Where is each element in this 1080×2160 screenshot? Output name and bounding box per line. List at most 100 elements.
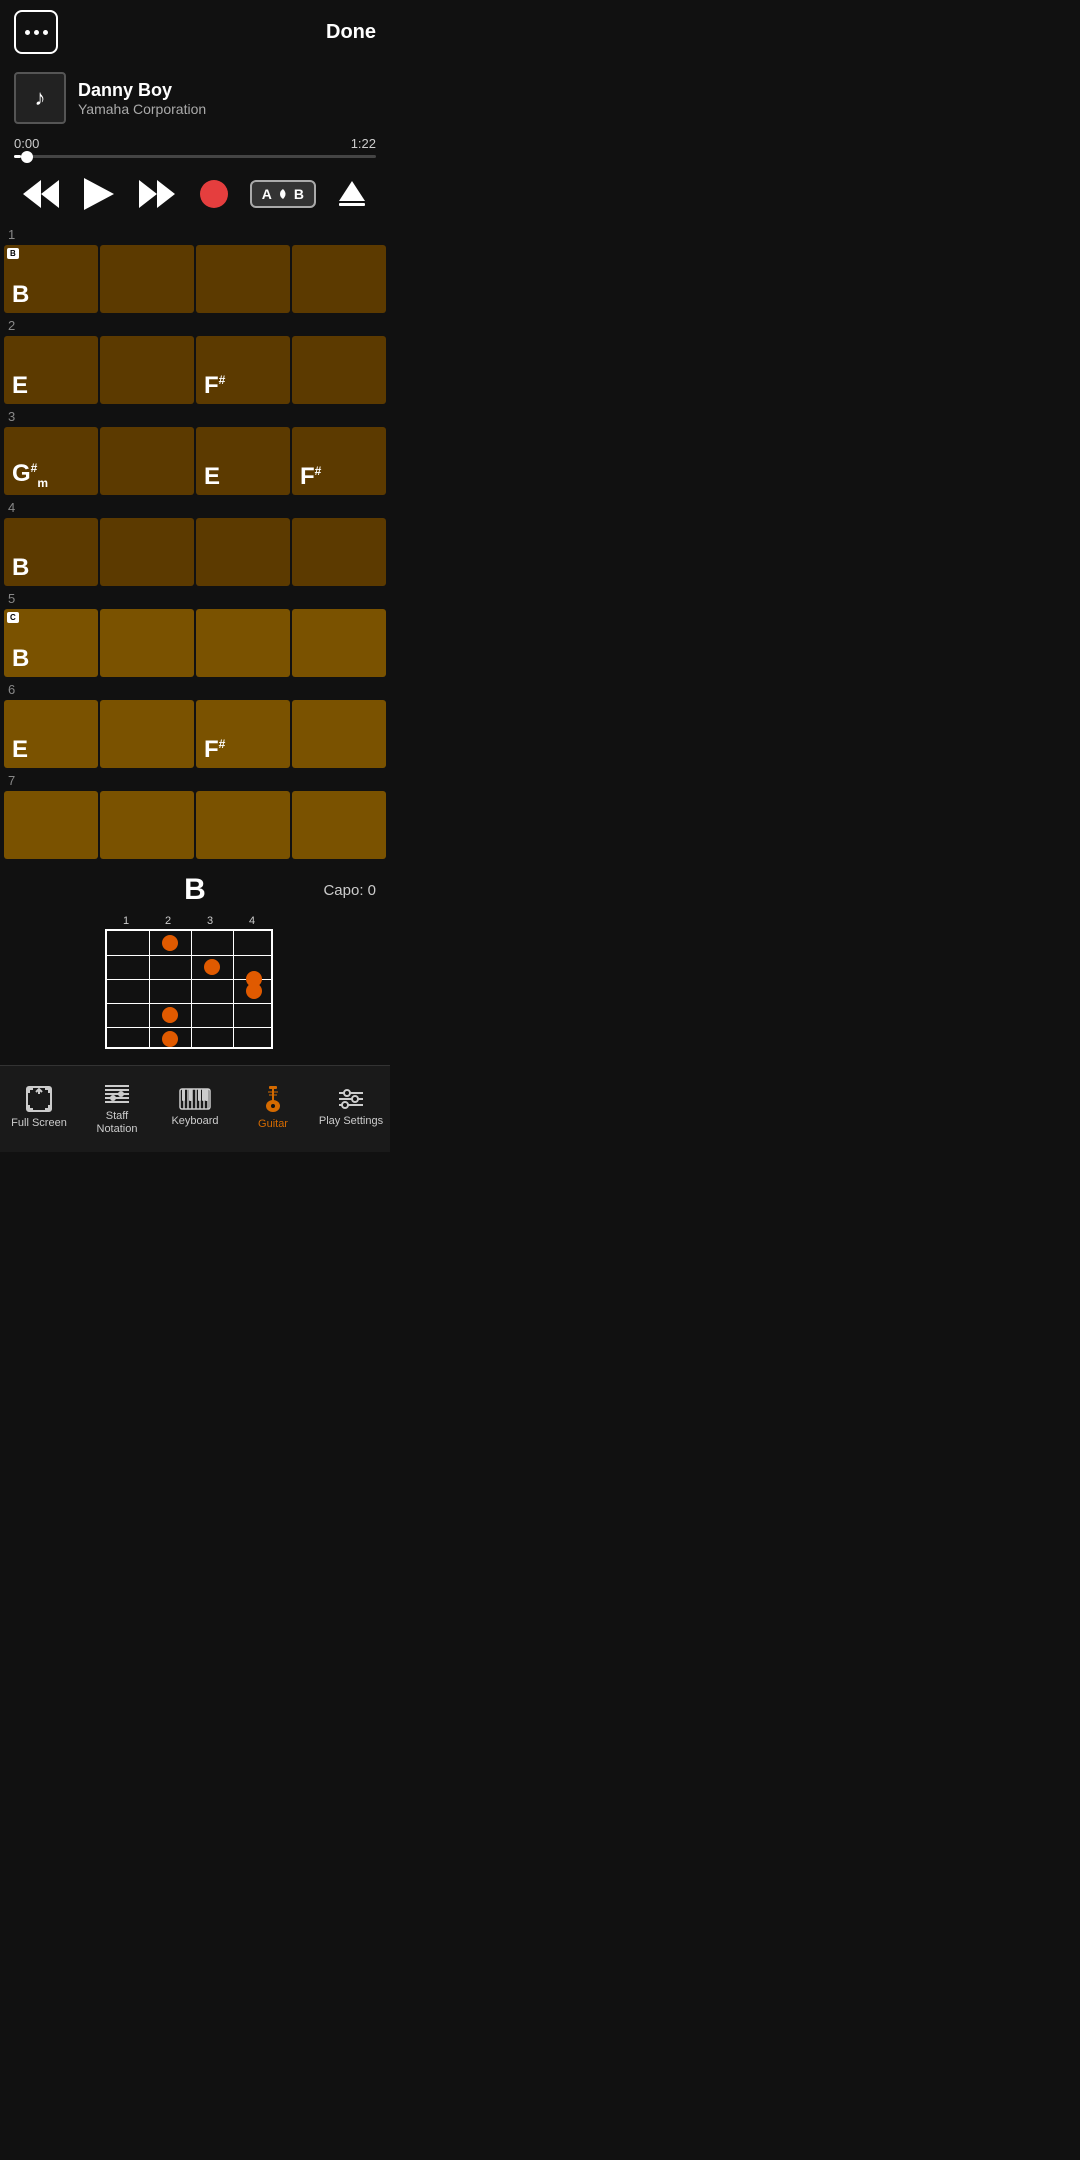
capo-badge: C	[7, 612, 19, 623]
chord-label: E	[12, 374, 28, 398]
done-button[interactable]: Done	[326, 21, 376, 44]
chord-cell-r6c2[interactable]	[100, 700, 194, 768]
row-number-1: 1	[0, 224, 390, 245]
chord-cell-r2c4[interactable]	[292, 336, 386, 404]
chord-row-group-6: 6 E F#	[0, 679, 390, 770]
chord-diagram-header: B Capo: 0	[14, 873, 376, 907]
nav-item-staff[interactable]: StaffNotation	[78, 1074, 156, 1140]
chord-sup: #	[219, 737, 226, 751]
chord-cell-r1c1[interactable]: BB	[4, 245, 98, 313]
guitar-icon	[260, 1084, 286, 1114]
time-total: 1:22	[351, 136, 376, 151]
chord-cell-r4c3[interactable]	[196, 518, 290, 586]
fret-grid	[105, 929, 273, 1049]
chord-cell-r3c1[interactable]: G#m	[4, 427, 98, 495]
chord-cell-r4c1[interactable]: B	[4, 518, 98, 586]
row-number-4: 4	[0, 497, 390, 518]
chord-row-2: E F#	[0, 336, 390, 406]
play-settings-icon	[337, 1087, 365, 1111]
capo-label: Capo: 0	[323, 882, 376, 899]
string-line-4	[107, 1027, 271, 1028]
nav-item-guitar[interactable]: Guitar	[234, 1074, 312, 1140]
chord-cell-r1c3[interactable]	[196, 245, 290, 313]
chord-cell-r2c2[interactable]	[100, 336, 194, 404]
nav-item-keyboard[interactable]: Keyboard	[156, 1074, 234, 1140]
chord-cell-r2c1[interactable]: E	[4, 336, 98, 404]
nav-label-staff: StaffNotation	[97, 1110, 138, 1136]
chord-cell-r7c4[interactable]	[292, 791, 386, 859]
menu-button[interactable]	[14, 10, 58, 54]
header: Done	[0, 0, 390, 64]
album-art: ♪	[14, 72, 66, 124]
priority-button[interactable]	[333, 175, 371, 213]
chord-cell-r3c3[interactable]: E	[196, 427, 290, 495]
fret-num-2: 2	[147, 915, 189, 927]
fret-line-2	[191, 931, 192, 1047]
chord-cell-r2c3[interactable]: F#	[196, 336, 290, 404]
chord-cell-r7c2[interactable]	[100, 791, 194, 859]
progress-track[interactable]	[14, 155, 376, 158]
now-playing: ♪ Danny Boy Yamaha Corporation	[0, 64, 390, 132]
chord-cell-r5c4[interactable]	[292, 609, 386, 677]
fret-line-1	[149, 931, 150, 1047]
row-number-6: 6	[0, 679, 390, 700]
nav-item-playsettings[interactable]: Play Settings	[312, 1074, 390, 1140]
chord-row-7	[0, 791, 390, 861]
chord-row-5: CB	[0, 609, 390, 679]
chord-cell-r5c2[interactable]	[100, 609, 194, 677]
nav-label-guitar: Guitar	[258, 1118, 288, 1131]
chord-label: E	[12, 738, 28, 762]
play-button[interactable]	[80, 174, 118, 214]
chord-diagram-section: B Capo: 0 1 2 3 4	[0, 861, 390, 1065]
chord-label: G#m	[12, 462, 48, 489]
chord-sup: #	[315, 464, 322, 478]
chord-row-group-3: 3 G#m E F#	[0, 406, 390, 497]
row-number-7: 7	[0, 770, 390, 791]
track-info: Danny Boy Yamaha Corporation	[78, 80, 206, 117]
ab-label: A	[262, 186, 272, 202]
fret-num-3: 3	[189, 915, 231, 927]
ab-button[interactable]: A B	[250, 180, 316, 208]
fast-forward-button[interactable]	[135, 176, 179, 212]
transport-controls: A B	[0, 166, 390, 224]
chord-row-3: G#m E F#	[0, 427, 390, 497]
chord-row-group-5: 5CB	[0, 588, 390, 679]
dot-fret2-str1	[162, 935, 178, 951]
chord-row-6: E F#	[0, 700, 390, 770]
chord-cell-r3c2[interactable]	[100, 427, 194, 495]
chord-row-group-1: 1BB	[0, 224, 390, 315]
nav-label-keyboard: Keyboard	[171, 1115, 218, 1128]
chord-cell-r7c1[interactable]	[4, 791, 98, 859]
chord-label: E	[204, 465, 220, 489]
string-line-1	[107, 955, 271, 956]
staff-notation-icon	[103, 1078, 131, 1106]
fret-num-4: 4	[231, 915, 273, 927]
dot-fret2-str6	[162, 1007, 178, 1023]
row-number-3: 3	[0, 406, 390, 427]
chord-cell-r5c1[interactable]: CB	[4, 609, 98, 677]
chord-cell-r7c3[interactable]	[196, 791, 290, 859]
chord-cell-r1c4[interactable]	[292, 245, 386, 313]
track-artist: Yamaha Corporation	[78, 101, 206, 117]
record-button[interactable]	[196, 176, 232, 212]
chord-sup: #	[31, 461, 38, 475]
chord-cell-r4c2[interactable]	[100, 518, 194, 586]
string-line-3	[107, 1003, 271, 1004]
fullscreen-icon	[25, 1085, 53, 1113]
bottom-nav: Full Screen StaffNotation	[0, 1065, 390, 1152]
nav-item-fullscreen[interactable]: Full Screen	[0, 1074, 78, 1140]
capo-badge: B	[7, 248, 19, 259]
chord-cell-r6c1[interactable]: E	[4, 700, 98, 768]
chord-cell-r3c4[interactable]: F#	[292, 427, 386, 495]
chord-label: F#	[204, 738, 225, 762]
rewind-button[interactable]	[19, 176, 63, 212]
progress-thumb	[21, 151, 33, 163]
chord-cell-r6c4[interactable]	[292, 700, 386, 768]
chord-row-group-2: 2EF#	[0, 315, 390, 406]
chord-cell-r6c3[interactable]: F#	[196, 700, 290, 768]
chord-cell-r5c3[interactable]	[196, 609, 290, 677]
dot-fret2-str7	[162, 1031, 178, 1047]
chord-row-group-7: 7	[0, 770, 390, 861]
chord-cell-r4c4[interactable]	[292, 518, 386, 586]
chord-cell-r1c2[interactable]	[100, 245, 194, 313]
